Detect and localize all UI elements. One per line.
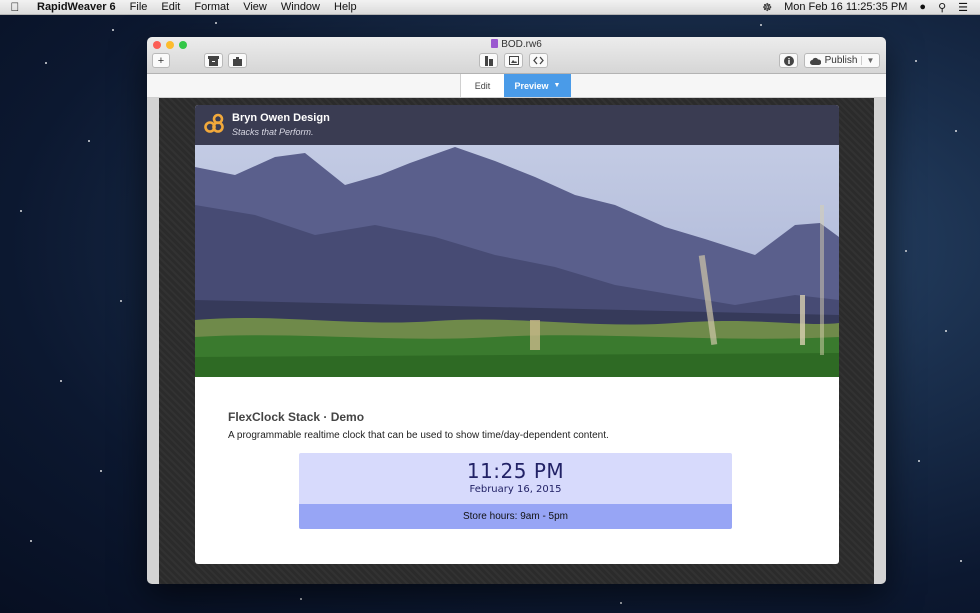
store-hours-banner: Store hours: 9am - 5pm xyxy=(299,504,732,529)
page-inspector-button[interactable] xyxy=(479,53,498,68)
puzzle-icon xyxy=(233,56,242,66)
publish-label: Publish xyxy=(824,55,858,66)
menu-help[interactable]: Help xyxy=(327,0,364,15)
media-button[interactable] xyxy=(504,53,523,68)
app-menu[interactable]: RapidWeaver 6 xyxy=(30,0,123,15)
site-header: Bryn Owen Design Stacks that Perform. xyxy=(195,105,839,145)
menubar-clock[interactable]: Mon Feb 16 11:25:35 PM xyxy=(784,1,907,13)
edit-mode-tab[interactable]: Edit xyxy=(460,74,504,97)
menu-edit[interactable]: Edit xyxy=(154,0,187,15)
title-bar: BOD.rw6 + Publish ▼ xyxy=(147,37,886,74)
menu-view[interactable]: View xyxy=(236,0,274,15)
preview-mode-tab[interactable]: Preview ▼ xyxy=(504,74,571,97)
notification-center-icon[interactable]: ☰ xyxy=(958,1,968,14)
clock-time: 11:25 PM xyxy=(466,459,565,483)
publish-dropdown-icon[interactable]: ▼ xyxy=(861,56,874,65)
app-window: BOD.rw6 + Publish ▼ Edit Preview ▼ Bryn … xyxy=(147,37,886,584)
edit-mode-label: Edit xyxy=(474,80,491,91)
clock-display: 11:25 PM February 16, 2015 xyxy=(299,453,732,504)
code-button[interactable] xyxy=(529,53,548,68)
site-preview: Bryn Owen Design Stacks that Perform. Fl… xyxy=(195,105,839,564)
addons-button[interactable] xyxy=(228,53,247,68)
mountain-landscape-image xyxy=(195,147,839,377)
store-hours-text: Store hours: 9am - 5pm xyxy=(462,511,569,522)
code-icon xyxy=(533,56,544,65)
preview-canvas: Bryn Owen Design Stacks that Perform. Fl… xyxy=(147,98,886,584)
image-icon xyxy=(508,56,519,65)
inspector-icon xyxy=(484,55,493,66)
preview-mode-label: Preview xyxy=(514,80,549,91)
clock-date: February 16, 2015 xyxy=(469,484,562,495)
banner-image xyxy=(195,145,839,377)
flexclock-widget: 11:25 PM February 16, 2015 Store hours: … xyxy=(299,453,732,529)
add-icon: + xyxy=(157,54,165,67)
archive-icon xyxy=(208,55,219,66)
site-brand-name[interactable]: Bryn Owen Design xyxy=(232,112,330,124)
info-icon xyxy=(783,55,794,66)
cloud-icon xyxy=(809,57,821,65)
user-icon[interactable]: ● xyxy=(919,1,926,13)
document-icon xyxy=(491,39,499,48)
document-title-text: BOD.rw6 xyxy=(501,39,542,50)
menu-file[interactable]: File xyxy=(123,0,155,15)
add-page-button[interactable]: + xyxy=(152,53,170,68)
resources-button[interactable] xyxy=(204,53,223,68)
spotlight-search-icon[interactable]: ⚲ xyxy=(938,1,946,14)
content-heading: FlexClock Stack · Demo xyxy=(228,410,365,424)
chevron-down-icon[interactable]: ▼ xyxy=(554,82,561,89)
mode-switcher: Edit Preview ▼ xyxy=(147,74,886,98)
apple-icon[interactable]:  xyxy=(0,0,30,14)
menu-format[interactable]: Format xyxy=(187,0,236,15)
publish-button[interactable]: Publish ▼ xyxy=(804,53,880,68)
document-title: BOD.rw6 xyxy=(147,39,886,50)
brand-logo-icon xyxy=(204,113,224,133)
site-tagline: Stacks that Perform. xyxy=(232,127,314,137)
menu-window[interactable]: Window xyxy=(274,0,327,15)
menu-bar:  RapidWeaver 6 File Edit Format View Wi… xyxy=(0,0,980,15)
info-button[interactable] xyxy=(779,53,798,68)
content-description: A programmable realtime clock that can b… xyxy=(228,430,609,441)
accessibility-icon[interactable]: ☸ xyxy=(762,1,772,14)
